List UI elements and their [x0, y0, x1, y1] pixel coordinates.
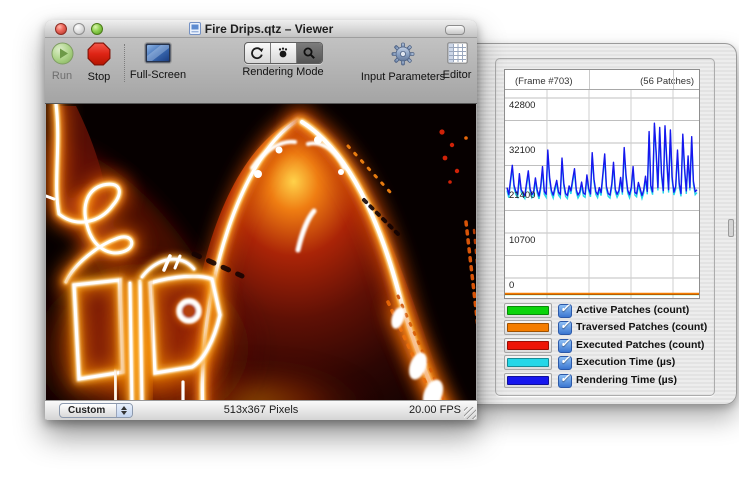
composition-viewport[interactable] [46, 104, 476, 420]
rendering-mode-magnifier-segment[interactable] [296, 43, 322, 63]
performance-graph: (Frame #703) (56 Patches) 42800 32100 2140… [504, 69, 700, 299]
series-checkbox[interactable]: ✓ [558, 356, 572, 370]
legend-row: ✓ Executed Patches (count) [496, 337, 714, 354]
check-icon: ✓ [560, 318, 570, 332]
check-icon: ✓ [560, 301, 570, 315]
series-checkbox[interactable]: ✓ [558, 321, 572, 335]
series-label: Rendering Time (µs) [576, 374, 677, 386]
run-label: Run [47, 70, 77, 82]
check-icon: ✓ [560, 353, 570, 367]
window-title: Fire Drips.qtz – Viewer [205, 22, 334, 36]
fps-readout: 20.00 FPS [409, 404, 461, 416]
stop-octagon-icon [87, 42, 111, 66]
series-label: Active Patches (count) [576, 304, 689, 316]
y-axis-tick: 0 [509, 280, 514, 291]
stats-drawer: (Frame #703) (56 Patches) 42800 32100 2140… [468, 43, 737, 405]
color-well[interactable] [504, 320, 552, 335]
rendering-mode-segmented [244, 42, 323, 64]
stats-group: (Frame #703) (56 Patches) 42800 32100 2140… [495, 58, 715, 396]
legend-row: ✓ Execution Time (µs) [496, 354, 714, 371]
particle-segment-icon [276, 46, 290, 60]
play-icon [51, 42, 74, 65]
document-icon [189, 22, 201, 35]
header-divider [589, 70, 590, 89]
y-axis-tick: 10700 [509, 235, 535, 246]
toolbar: Run Stop Full-Screen [45, 38, 477, 104]
color-well[interactable] [504, 373, 552, 388]
editor-label: Editor [435, 69, 479, 81]
viewer-window: Fire Drips.qtz – Viewer Run Stop [45, 20, 477, 420]
fullscreen-label: Full-Screen [127, 69, 189, 81]
stop-label: Stop [81, 71, 117, 83]
toolbar-separator [124, 44, 125, 82]
fire-render [46, 104, 476, 420]
screen-icon [144, 42, 172, 64]
series-checkbox[interactable]: ✓ [558, 304, 572, 318]
check-icon: ✓ [560, 336, 570, 350]
series-label: Execution Time (µs) [576, 356, 675, 368]
series-label: Executed Patches (count) [576, 339, 704, 351]
drawer-resize-handle[interactable] [728, 219, 734, 237]
frame-counter: (Frame #703) [515, 76, 573, 87]
color-well[interactable] [504, 338, 552, 353]
series-color-swatch [507, 376, 549, 385]
status-bar: Custom 513x367 Pixels 20.00 FPS [45, 400, 477, 420]
toolbar-toggle-pill[interactable] [445, 25, 465, 35]
title-area: Fire Drips.qtz – Viewer [45, 22, 477, 36]
run-button[interactable]: Run [47, 42, 77, 82]
legend-row: ✓ Rendering Time (µs) [496, 372, 714, 389]
header-divider [673, 70, 674, 89]
title-bar[interactable]: Fire Drips.qtz – Viewer [45, 20, 477, 38]
series-checkbox[interactable]: ✓ [558, 339, 572, 353]
reload-segment-icon [250, 46, 264, 60]
series-color-swatch [507, 341, 549, 350]
series-checkbox[interactable]: ✓ [558, 374, 572, 388]
series-color-swatch [507, 306, 549, 315]
check-icon: ✓ [560, 371, 570, 385]
rendering-mode-particle-segment[interactable] [270, 43, 296, 63]
gear-icon [391, 42, 415, 66]
legend-row: ✓ Active Patches (count) [496, 302, 714, 319]
rendering-mode-control: Rendering Mode [235, 42, 331, 78]
rendering-mode-reload-segment[interactable] [245, 43, 270, 63]
desktop: (Frame #703) (56 Patches) 42800 32100 2140… [0, 0, 739, 488]
spreadsheet-icon [447, 42, 468, 64]
legend: ✓ Active Patches (count) ✓ Traversed Pat… [496, 302, 714, 389]
magnifier-segment-icon [302, 46, 316, 60]
legend-row: ✓ Traversed Patches (count) [496, 319, 714, 336]
patch-counter: (56 Patches) [640, 76, 694, 87]
y-axis-tick: 32100 [509, 145, 535, 156]
color-well[interactable] [504, 303, 552, 318]
y-axis-tick: 42800 [509, 100, 535, 111]
plot-area: 42800 32100 21400 10700 0 [505, 90, 699, 298]
fullscreen-button[interactable]: Full-Screen [127, 42, 189, 81]
series-label: Traversed Patches (count) [576, 321, 707, 333]
window-resize-grip[interactable] [464, 407, 476, 419]
rendering-mode-label: Rendering Mode [235, 66, 331, 78]
graph-header: (Frame #703) (56 Patches) [505, 70, 699, 90]
series-color-swatch [507, 323, 549, 332]
color-well[interactable] [504, 355, 552, 370]
series-color-swatch [507, 358, 549, 367]
editor-button[interactable]: Editor [435, 42, 479, 81]
y-axis-tick: 21400 [509, 190, 535, 201]
stop-button[interactable]: Stop [81, 42, 117, 83]
